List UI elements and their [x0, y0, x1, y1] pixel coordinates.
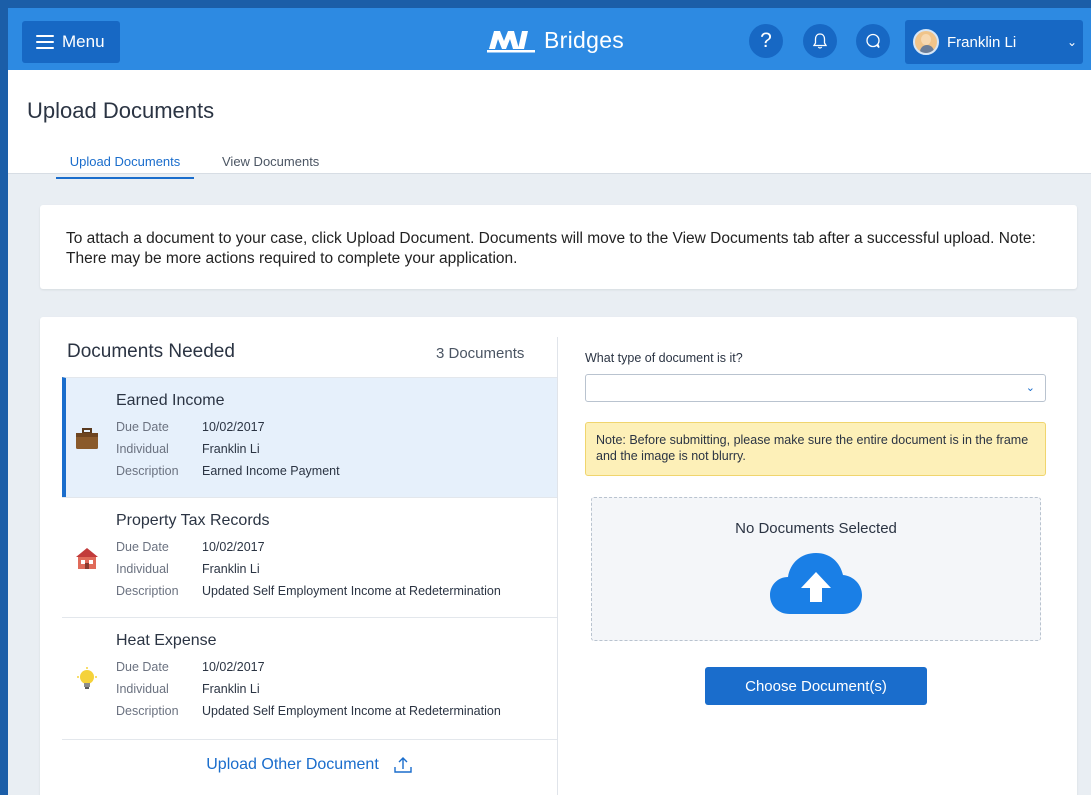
tab-view-documents[interactable]: View Documents — [222, 154, 319, 177]
individual-value: Franklin Li — [202, 442, 260, 456]
individual-row: Individual Franklin Li — [116, 558, 557, 580]
description-value: Earned Income Payment — [202, 464, 340, 478]
chevron-down-icon: ⌄ — [1025, 382, 1035, 394]
tab-upload-documents[interactable]: Upload Documents — [56, 154, 194, 179]
description-row: Description Updated Self Employment Inco… — [116, 580, 557, 602]
due-date-value: 10/02/2017 — [202, 660, 265, 674]
choose-documents-button[interactable]: Choose Document(s) — [705, 667, 927, 705]
title-area: Upload Documents Upload Documents View D… — [8, 70, 1091, 179]
due-date-label: Due Date — [116, 420, 169, 434]
due-date-label: Due Date — [116, 540, 169, 554]
hamburger-icon — [36, 35, 54, 49]
help-icon: ? — [760, 29, 772, 52]
chevron-down-icon: ⌄ — [1066, 35, 1078, 49]
app-frame: Menu Bridges ? Franklin Li ⌄ Upload Docu… — [8, 8, 1091, 795]
messages-button[interactable] — [856, 24, 890, 58]
documents-needed-heading: Documents Needed — [67, 341, 235, 362]
menu-label: Menu — [62, 32, 105, 51]
list-item[interactable]: Heat Expense Due Date 10/02/2017 Individ… — [62, 617, 557, 737]
description-value: Updated Self Employment Income at Redete… — [202, 704, 501, 718]
description-label: Description — [116, 584, 179, 598]
individual-value: Franklin Li — [202, 562, 260, 576]
notifications-button[interactable] — [803, 24, 837, 58]
description-value: Updated Self Employment Income at Redete… — [202, 584, 501, 598]
upload-other-document-link[interactable]: Upload Other Document — [62, 739, 557, 789]
list-item[interactable]: Property Tax Records Due Date 10/02/2017… — [62, 497, 557, 617]
list-item[interactable]: Earned Income Due Date 10/02/2017 Indivi… — [62, 377, 557, 497]
briefcase-icon — [76, 428, 98, 449]
document-drop-zone[interactable]: No Documents Selected — [591, 497, 1041, 641]
user-menu-button[interactable]: Franklin Li ⌄ — [905, 20, 1083, 64]
help-button[interactable]: ? — [749, 24, 783, 58]
avatar — [913, 29, 939, 55]
column-divider — [557, 337, 558, 795]
individual-row: Individual Franklin Li — [116, 678, 557, 700]
description-row: Description Updated Self Employment Inco… — [116, 700, 557, 722]
document-name: Earned Income — [116, 392, 225, 409]
individual-row: Individual Franklin Li — [116, 438, 557, 460]
due-date-row: Due Date 10/02/2017 — [116, 656, 557, 678]
document-type-label: What type of document is it? — [585, 351, 743, 365]
house-icon — [76, 548, 98, 569]
description-label: Description — [116, 704, 179, 718]
note-box: Note: Before submitting, please make sur… — [585, 422, 1046, 476]
due-date-label: Due Date — [116, 660, 169, 674]
no-documents-text: No Documents Selected — [735, 520, 897, 537]
due-date-row: Due Date 10/02/2017 — [116, 536, 557, 558]
upload-other-label: Upload Other Document — [206, 755, 379, 773]
upload-icon — [394, 756, 412, 773]
individual-label: Individual — [116, 682, 169, 696]
cloud-upload-icon — [770, 553, 862, 614]
mi-logo-mark-icon — [487, 31, 535, 53]
description-label: Description — [116, 464, 179, 478]
top-bar: Menu Bridges ? Franklin Li ⌄ — [8, 8, 1091, 70]
individual-value: Franklin Li — [202, 682, 260, 696]
document-type-select[interactable]: ⌄ — [585, 374, 1046, 402]
document-name: Heat Expense — [116, 632, 217, 649]
info-card: To attach a document to your case, click… — [40, 205, 1077, 289]
individual-label: Individual — [116, 562, 169, 576]
due-date-value: 10/02/2017 — [202, 540, 265, 554]
document-name: Property Tax Records — [116, 512, 270, 529]
lightbulb-icon — [77, 667, 97, 689]
documents-card: Documents Needed 3 Documents Earned Inco… — [40, 317, 1077, 795]
logo-text: Bridges — [544, 26, 625, 53]
bell-icon — [812, 33, 828, 49]
documents-list: Earned Income Due Date 10/02/2017 Indivi… — [62, 377, 557, 737]
individual-label: Individual — [116, 442, 169, 456]
page-title: Upload Documents — [27, 98, 215, 123]
due-date-row: Due Date 10/02/2017 — [116, 416, 557, 438]
user-name: Franklin Li — [947, 33, 1017, 51]
mi-bridges-logo[interactable]: Bridges — [486, 25, 624, 55]
documents-count: 3 Documents — [436, 345, 525, 362]
due-date-value: 10/02/2017 — [202, 420, 265, 434]
chat-icon — [866, 33, 880, 48]
menu-button[interactable]: Menu — [22, 21, 120, 63]
info-text: To attach a document to your case, click… — [66, 230, 1036, 267]
description-row: Description Earned Income Payment — [116, 460, 557, 482]
note-text: Note: Before submitting, please make sur… — [596, 433, 1029, 463]
